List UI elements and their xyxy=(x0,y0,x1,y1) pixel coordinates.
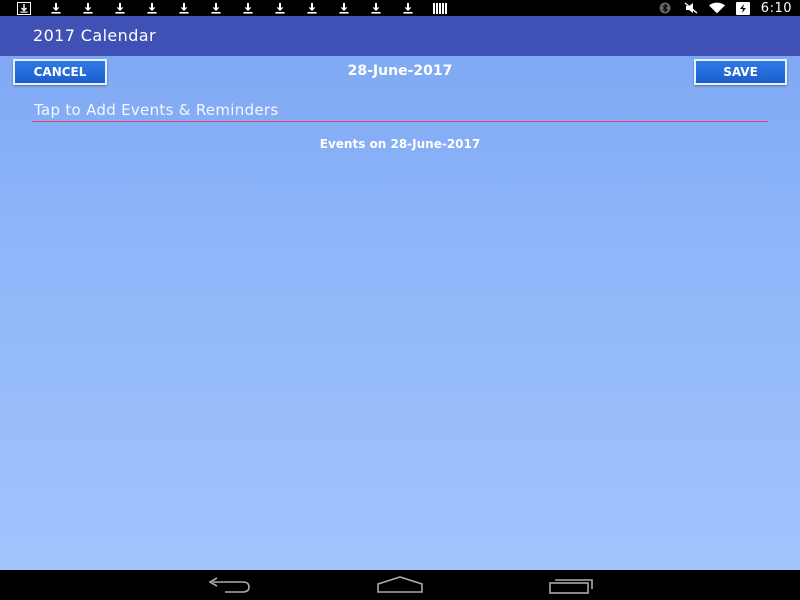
download-icon xyxy=(144,1,160,15)
events-heading: Events on 28-June-2017 xyxy=(319,137,481,151)
app-bar: 2017 Calendar xyxy=(0,16,800,56)
status-bar: 6:10 xyxy=(0,0,800,16)
recent-apps-icon[interactable] xyxy=(547,576,595,594)
muted-icon xyxy=(683,1,699,15)
storage-icon xyxy=(432,1,448,15)
download-icon xyxy=(176,1,192,15)
notification-icons xyxy=(0,0,464,16)
nav-bar xyxy=(0,570,800,600)
app-title: 2017 Calendar xyxy=(33,26,156,45)
download-icon xyxy=(336,1,352,15)
home-icon[interactable] xyxy=(376,576,424,594)
download-box-icon xyxy=(16,1,32,15)
download-icon xyxy=(368,1,384,15)
bluetooth-icon xyxy=(657,1,673,15)
status-time: 6:10 xyxy=(760,0,792,16)
cancel-button[interactable]: CANCEL xyxy=(13,59,107,85)
download-icon xyxy=(80,1,96,15)
download-icon xyxy=(112,1,128,15)
download-icon xyxy=(208,1,224,15)
system-icons: 6:10 xyxy=(657,0,792,16)
save-button[interactable]: SAVE xyxy=(694,59,787,85)
back-icon[interactable] xyxy=(205,576,253,594)
wifi-icon xyxy=(708,1,725,15)
selected-date: 28-June-2017 xyxy=(347,63,453,79)
download-icon xyxy=(400,1,416,15)
download-icon xyxy=(48,1,64,15)
download-icon xyxy=(304,1,320,15)
download-icon xyxy=(240,1,256,15)
download-icon xyxy=(272,1,288,15)
event-input[interactable] xyxy=(32,98,768,122)
event-editor: CANCEL 28-June-2017 SAVE Events on 28-Ju… xyxy=(0,56,800,570)
battery-icon xyxy=(735,1,751,15)
